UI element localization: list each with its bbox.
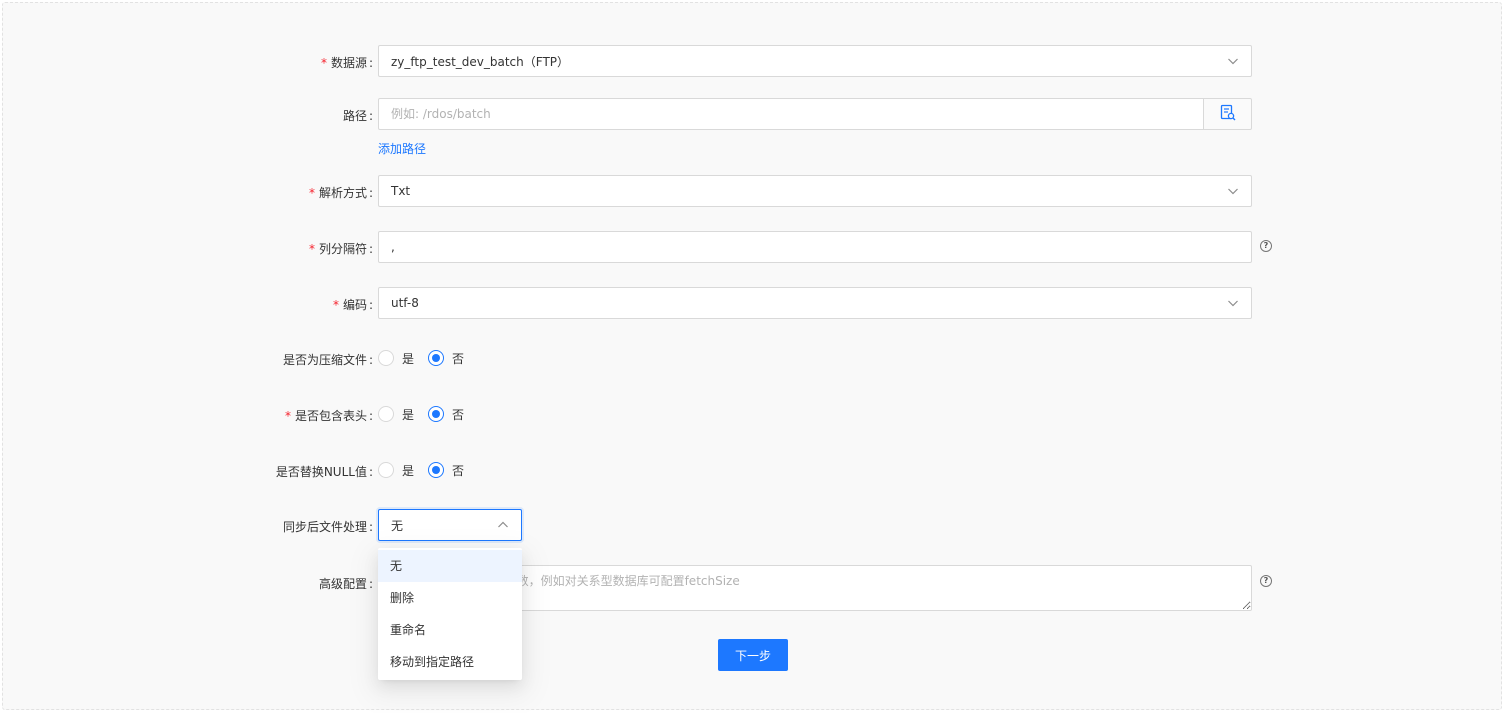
radio-button[interactable]: [378, 350, 394, 366]
compressed-label: 是否为压缩文件:: [282, 353, 373, 367]
post-sync-dropdown: 无 删除 重命名 移动到指定路径: [378, 548, 522, 680]
post-sync-select[interactable]: 无: [378, 509, 522, 541]
required-mark: *: [308, 186, 315, 200]
replace-null-yes-option[interactable]: 是: [378, 462, 414, 479]
required-mark: *: [320, 56, 327, 70]
column-delimiter-label: * 列分隔符:: [308, 242, 373, 256]
datasource-label: * 数据源:: [320, 56, 373, 70]
radio-button-checked[interactable]: [428, 350, 445, 366]
dropdown-option-move[interactable]: 移动到指定路径: [378, 646, 522, 678]
datasource-select[interactable]: zy_ftp_test_dev_batch（FTP）: [378, 45, 1252, 77]
compressed-yes-option[interactable]: 是: [378, 350, 414, 367]
parse-method-label: * 解析方式:: [308, 186, 373, 200]
path-label: 路径:: [342, 109, 373, 123]
post-sync-label: 同步后文件处理:: [282, 520, 373, 534]
add-path-link[interactable]: 添加路径: [378, 142, 426, 156]
chevron-down-icon: [1227, 185, 1239, 197]
parse-method-value: Txt: [391, 184, 411, 198]
radio-button[interactable]: [378, 462, 394, 478]
has-header-radio-group: 是 否: [378, 398, 478, 430]
advanced-label: 高级配置:: [318, 577, 373, 591]
compressed-no-option[interactable]: 否: [428, 350, 464, 367]
column-delimiter-input[interactable]: [378, 231, 1252, 263]
encoding-label: * 编码:: [332, 298, 373, 312]
path-browse-button[interactable]: [1204, 98, 1252, 130]
replace-null-radio-group: 是 否: [378, 454, 478, 486]
question-circle-icon[interactable]: ?: [1260, 575, 1272, 587]
datasource-value: zy_ftp_test_dev_batch（FTP）: [391, 54, 570, 69]
encoding-value: utf-8: [391, 296, 419, 310]
replace-null-no-option[interactable]: 否: [428, 462, 464, 479]
has-header-yes-option[interactable]: 是: [378, 406, 414, 423]
question-circle-icon[interactable]: ?: [1260, 240, 1272, 252]
chevron-up-icon: [497, 519, 509, 531]
parse-method-select[interactable]: Txt: [378, 175, 1252, 207]
post-sync-value: 无: [391, 518, 404, 533]
required-mark: *: [332, 298, 339, 312]
chevron-down-icon: [1227, 297, 1239, 309]
compressed-radio-group: 是 否: [378, 342, 478, 374]
required-mark: *: [308, 242, 315, 256]
has-header-no-option[interactable]: 否: [428, 406, 464, 423]
encoding-select[interactable]: utf-8: [378, 287, 1252, 319]
radio-button-checked[interactable]: [428, 462, 445, 478]
dropdown-option-rename[interactable]: 重命名: [378, 614, 522, 646]
path-input[interactable]: [378, 98, 1204, 130]
has-header-label: * 是否包含表头:: [284, 409, 373, 423]
file-search-icon: [1219, 104, 1237, 125]
chevron-down-icon: [1227, 55, 1239, 67]
required-mark: *: [284, 409, 291, 423]
form-panel: * 数据源: zy_ftp_test_dev_batch（FTP） 路径: 例如…: [2, 2, 1502, 710]
dropdown-option-none[interactable]: 无: [378, 550, 522, 582]
radio-button[interactable]: [378, 406, 394, 422]
dropdown-option-delete[interactable]: 删除: [378, 582, 522, 614]
radio-button-checked[interactable]: [428, 406, 445, 422]
replace-null-label: 是否替换NULL值:: [275, 465, 373, 479]
next-step-button[interactable]: 下一步: [718, 639, 788, 671]
